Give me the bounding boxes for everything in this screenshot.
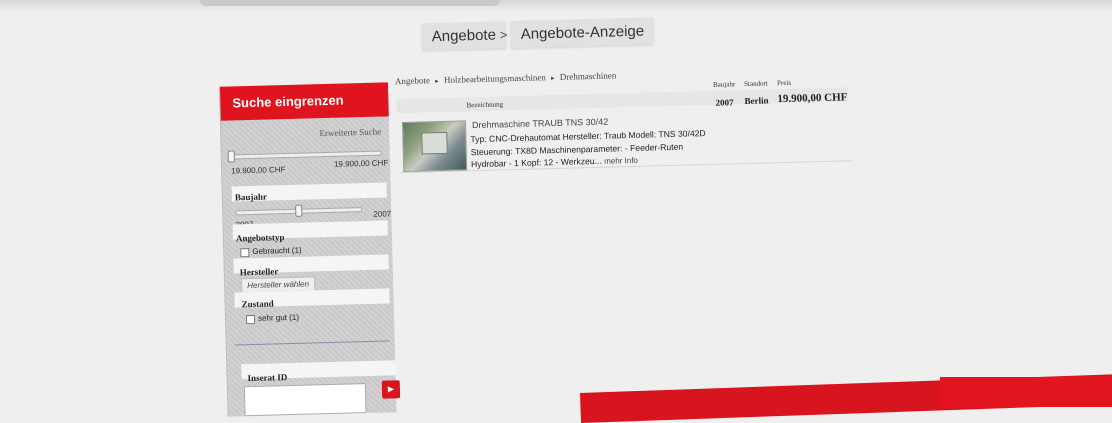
nav-crumb-separator: > bbox=[499, 27, 508, 43]
year-label: Baujahr bbox=[234, 191, 268, 203]
listing-title[interactable]: Drehmaschine TRAUB TNS 30/42 bbox=[472, 117, 608, 131]
listing-price: 19.900,00 CHF bbox=[777, 91, 848, 106]
offer-type-label: Angebotstyp bbox=[235, 232, 285, 244]
year-slider-handle[interactable] bbox=[295, 204, 303, 217]
column-price-header[interactable]: Preis bbox=[777, 79, 791, 87]
more-info-link[interactable]: mehr Info bbox=[604, 156, 638, 166]
used-option-label: Gebraucht (1) bbox=[252, 245, 302, 256]
price-max-value: 19.900,00 CHF bbox=[333, 158, 389, 169]
footer-red-band bbox=[940, 377, 1112, 407]
manufacturer-label: Hersteller bbox=[239, 266, 279, 278]
column-year-header[interactable]: Baujahr bbox=[713, 80, 735, 89]
condition-label: Zustand bbox=[241, 298, 274, 310]
table-row[interactable]: Drehmaschine TRAUB TNS 30/42 Typ: CNC-Dr… bbox=[398, 91, 853, 174]
listing-thumbnail[interactable] bbox=[401, 120, 468, 173]
price-slider-handle[interactable] bbox=[227, 150, 235, 163]
listing-description: Typ: CNC-Drehautomat Hersteller: Traub M… bbox=[470, 127, 719, 172]
page-content: Angebote > Angebote-Anzeige Suche eingre… bbox=[0, 0, 1112, 417]
column-location-header[interactable]: Standort bbox=[744, 79, 768, 88]
very-good-option-label: sehr gut (1) bbox=[257, 312, 300, 323]
play-arrow-icon[interactable]: ▶ bbox=[381, 380, 401, 399]
nav-crumb-angebote-anzeige[interactable]: Angebote-Anzeige bbox=[510, 17, 655, 49]
listing-year: 2007 bbox=[715, 97, 734, 108]
sidebar-title: Suche eingrenzen bbox=[219, 82, 389, 121]
column-description-header[interactable]: Bezeichnung bbox=[466, 100, 503, 109]
used-checkbox[interactable] bbox=[240, 248, 250, 258]
listing-id-label: Inserat ID bbox=[247, 372, 288, 384]
price-min-value: 19.900,00 CHF bbox=[231, 165, 286, 176]
listing-description-text: Typ: CNC-Drehautomat Hersteller: Traub M… bbox=[470, 128, 706, 170]
search-filter-sidebar: Suche eingrenzen Erweiterte Suche 19.900… bbox=[218, 82, 401, 417]
listing-location: Berlin bbox=[744, 95, 769, 107]
sidebar-divider bbox=[234, 340, 390, 346]
advanced-search-link[interactable]: Erweiterte Suche bbox=[319, 127, 381, 139]
very-good-checkbox[interactable] bbox=[245, 314, 256, 325]
year-max-value: 2007 bbox=[373, 209, 392, 219]
nav-crumb-angebote[interactable]: Angebote bbox=[421, 21, 507, 51]
